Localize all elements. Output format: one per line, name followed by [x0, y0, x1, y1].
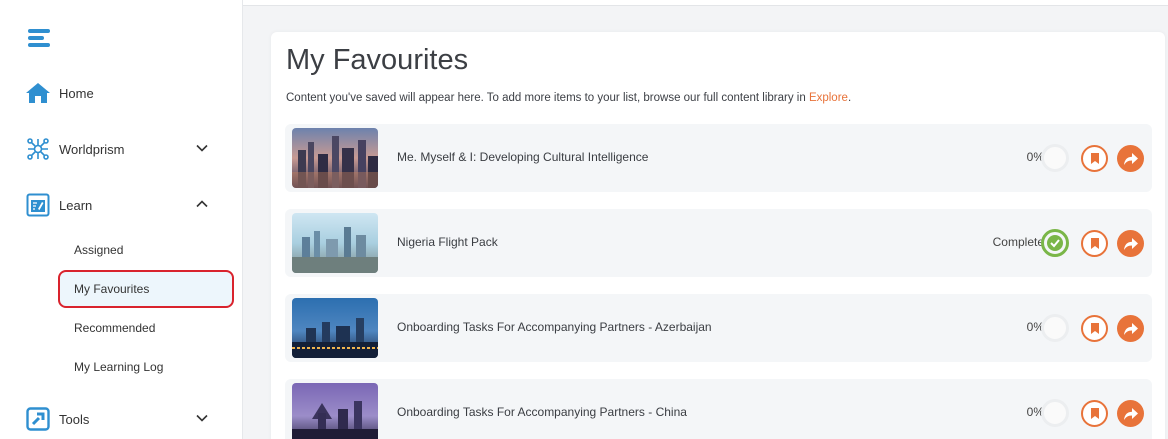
item-title[interactable]: Me. Myself & I: Developing Cultural Inte…: [397, 150, 648, 164]
top-bar: [243, 0, 1168, 6]
item-progress: 0%: [1026, 405, 1044, 419]
item-title[interactable]: Onboarding Tasks For Accompanying Partne…: [397, 320, 712, 334]
item-progress: 0%: [1026, 320, 1044, 334]
share-arrow-icon: [1123, 322, 1138, 335]
bookmark-button[interactable]: [1081, 400, 1108, 427]
sidebar-item-label: Learn: [59, 197, 93, 213]
tools-icon: [25, 406, 51, 432]
chevron-down-icon[interactable]: [195, 411, 209, 425]
bookmark-icon: [1090, 323, 1099, 334]
item-progress: Complete: [992, 235, 1044, 249]
thumbnail-image: [292, 213, 378, 273]
sidebar-item-worldprism[interactable]: Worldprism: [25, 134, 215, 164]
sidebar-subitem-my-learning-log[interactable]: My Learning Log: [60, 350, 232, 384]
learn-icon: [25, 192, 51, 218]
subtitle-end: .: [847, 92, 852, 104]
subtitle-text: Content you've saved will appear here. T…: [286, 92, 809, 104]
bookmark-icon: [1090, 408, 1099, 419]
bookmark-button[interactable]: [1081, 315, 1108, 342]
progress-ring: [1041, 314, 1069, 342]
page-subtitle: Content you've saved will appear here. T…: [286, 92, 851, 104]
sidebar-item-learn[interactable]: Learn: [25, 190, 215, 220]
thumbnail-image: [292, 383, 378, 439]
progress-ring: [1041, 399, 1069, 427]
share-arrow-icon: [1123, 152, 1138, 165]
sidebar-subitem-my-favourites[interactable]: My Favourites: [58, 270, 234, 308]
item-progress: 0%: [1026, 150, 1044, 164]
home-icon: [25, 80, 51, 106]
sidebar: Home Worldprism Learn Assigned My Favour…: [0, 0, 243, 439]
list-item[interactable]: Onboarding Tasks For Accompanying Partne…: [285, 294, 1152, 362]
sidebar-item-label: Home: [59, 85, 94, 101]
progress-ring: [1041, 144, 1069, 172]
sidebar-subitem-assigned[interactable]: Assigned: [60, 233, 232, 267]
share-button[interactable]: [1117, 145, 1144, 172]
item-title[interactable]: Nigeria Flight Pack: [397, 235, 498, 249]
explore-link[interactable]: Explore: [809, 92, 848, 104]
sidebar-item-tools[interactable]: Tools: [25, 404, 215, 434]
bookmark-icon: [1090, 153, 1099, 164]
list-item[interactable]: Onboarding Tasks For Accompanying Partne…: [285, 379, 1152, 439]
worldprism-icon: [25, 136, 51, 162]
bookmark-button[interactable]: [1081, 145, 1108, 172]
complete-check-icon: [1041, 229, 1069, 257]
thumbnail-image: [292, 298, 378, 358]
item-title[interactable]: Onboarding Tasks For Accompanying Partne…: [397, 405, 687, 419]
share-arrow-icon: [1123, 407, 1138, 420]
chevron-up-icon[interactable]: [195, 197, 209, 211]
share-button[interactable]: [1117, 400, 1144, 427]
page-title: My Favourites: [286, 44, 469, 76]
bookmark-icon: [1090, 238, 1099, 249]
sidebar-item-label: Tools: [59, 411, 90, 427]
bookmark-button[interactable]: [1081, 230, 1108, 257]
share-arrow-icon: [1123, 237, 1138, 250]
menu-icon[interactable]: [28, 29, 50, 47]
sidebar-subitem-recommended[interactable]: Recommended: [60, 311, 232, 345]
share-button[interactable]: [1117, 230, 1144, 257]
sidebar-item-label: Worldprism: [59, 141, 125, 157]
list-item[interactable]: Me. Myself & I: Developing Cultural Inte…: [285, 124, 1152, 192]
chevron-down-icon[interactable]: [195, 141, 209, 155]
thumbnail-image: [292, 128, 378, 188]
share-button[interactable]: [1117, 315, 1144, 342]
list-item[interactable]: Nigeria Flight Pack Complete: [285, 209, 1152, 277]
sidebar-item-home[interactable]: Home: [25, 78, 215, 108]
